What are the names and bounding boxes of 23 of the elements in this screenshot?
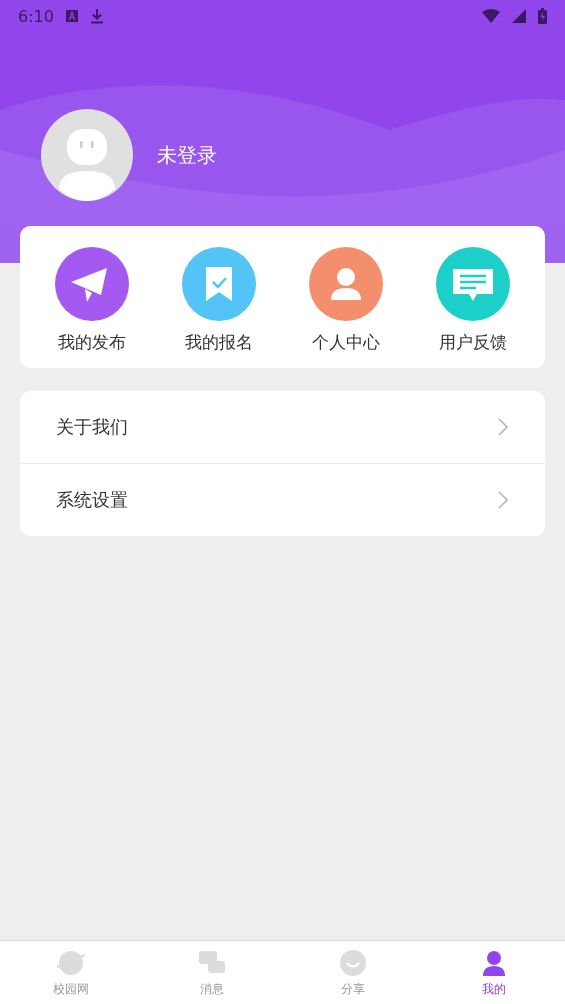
status-time: 6:10 xyxy=(18,6,54,26)
shortcut-label[interactable]: 用户反馈 xyxy=(439,330,508,354)
login-status[interactable]: 未登录 xyxy=(157,141,217,169)
battery-icon xyxy=(538,8,547,24)
menu-item[interactable]: 关于我们 xyxy=(20,391,545,464)
tab[interactable]: 我的 xyxy=(423,941,565,1004)
planet-icon xyxy=(55,949,86,977)
download-icon xyxy=(89,8,104,24)
keyboard-icon xyxy=(65,10,78,22)
chevron-right-icon xyxy=(498,491,508,509)
person-icon[interactable] xyxy=(309,246,384,321)
menu-item[interactable]: 系统设置 xyxy=(20,464,545,536)
avatar-icon xyxy=(41,109,133,201)
signal-icon xyxy=(512,9,526,23)
chevron-right-icon xyxy=(498,418,508,436)
plane-icon[interactable] xyxy=(54,246,129,321)
chat-icon[interactable] xyxy=(436,246,511,321)
shortcut-label[interactable]: 我的报名 xyxy=(184,330,253,354)
shortcut-label[interactable]: 个人中心 xyxy=(312,330,381,354)
shortcut-label[interactable]: 我的发布 xyxy=(57,330,126,354)
smile-icon xyxy=(338,949,369,977)
bookmark-icon[interactable] xyxy=(181,246,256,321)
wifi-icon xyxy=(482,9,500,23)
